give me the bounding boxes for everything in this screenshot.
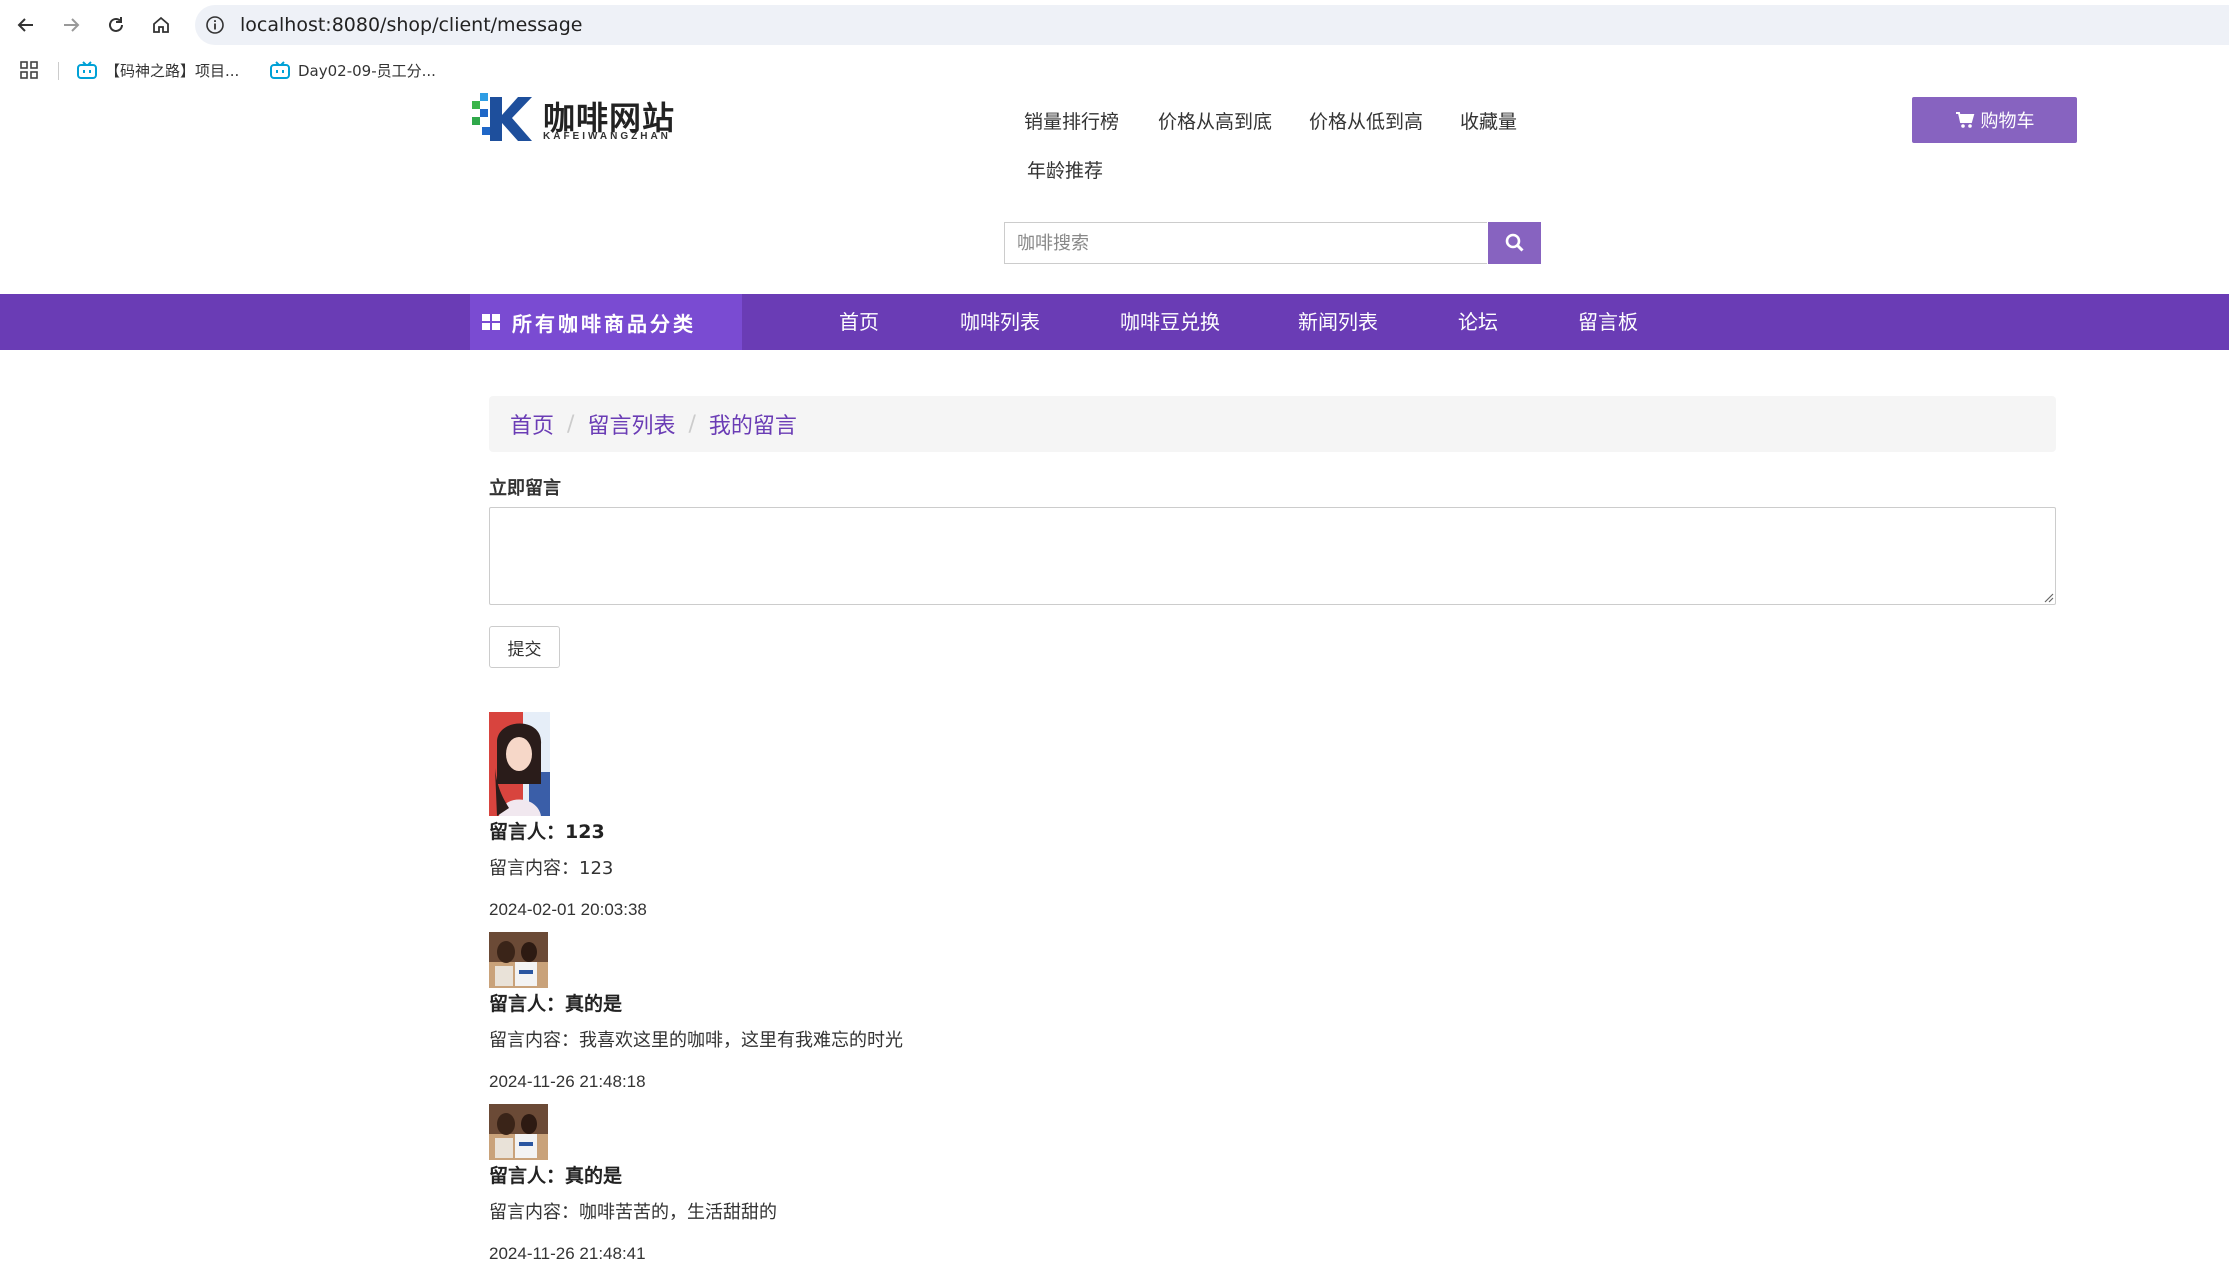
site-logo[interactable]: 咖啡网站 KAFEIWANGZHAN bbox=[472, 93, 682, 145]
info-icon bbox=[206, 16, 224, 34]
avatar bbox=[489, 932, 548, 988]
bookmark-label: Day02-09-员工分... bbox=[298, 61, 436, 80]
message-author: 留言人：123 bbox=[489, 821, 605, 843]
resize-grip-icon[interactable] bbox=[2042, 591, 2054, 603]
avatar bbox=[489, 1104, 548, 1160]
forward-button[interactable] bbox=[58, 12, 84, 38]
message-author: 留言人：真的是 bbox=[489, 1165, 623, 1187]
address-bar[interactable]: localhost:8080/shop/client/message bbox=[195, 5, 2229, 45]
nav-message-board[interactable]: 留言板 bbox=[1578, 294, 1638, 350]
cart-icon bbox=[1955, 112, 1974, 128]
search-icon bbox=[1505, 233, 1524, 252]
message-content: 留言内容：123 bbox=[489, 858, 614, 879]
home-icon bbox=[153, 16, 169, 33]
nav-home[interactable]: 首页 bbox=[839, 294, 879, 350]
reload-icon bbox=[109, 17, 123, 32]
message-item: 留言人：真的是 留言内容：我喜欢这里的咖啡，这里有我难忘的时光 2024-11-… bbox=[489, 932, 1489, 1092]
arrow-right-icon bbox=[64, 18, 80, 32]
link-sales-ranking[interactable]: 销量排行榜 bbox=[1024, 107, 1119, 134]
link-price-high-low[interactable]: 价格从高到底 bbox=[1158, 107, 1272, 134]
nav-bean-exchange[interactable]: 咖啡豆兑换 bbox=[1120, 294, 1220, 350]
form-label: 立即留言 bbox=[489, 478, 561, 499]
bookmark-item[interactable]: 【码神之路】项目... bbox=[77, 52, 239, 88]
nav-news-list[interactable]: 新闻列表 bbox=[1298, 294, 1378, 350]
message-item: 留言人：123 留言内容：123 2024-02-01 20:03:38 bbox=[489, 712, 1489, 920]
message-author: 留言人：真的是 bbox=[489, 993, 623, 1015]
submit-button[interactable]: 提交 bbox=[489, 626, 560, 668]
breadcrumb-separator: / bbox=[688, 411, 696, 437]
message-time: 2024-11-26 21:48:18 bbox=[489, 1072, 646, 1091]
link-price-low-high[interactable]: 价格从低到高 bbox=[1309, 107, 1423, 134]
message-content: 留言内容：我喜欢这里的咖啡，这里有我难忘的时光 bbox=[489, 1030, 903, 1051]
url-text: localhost:8080/shop/client/message bbox=[240, 14, 583, 36]
cart-button[interactable]: 购物车 bbox=[1912, 97, 2077, 143]
bookmark-label: 【码神之路】项目... bbox=[105, 61, 240, 80]
main-nav bbox=[0, 294, 2229, 350]
back-button[interactable] bbox=[13, 12, 39, 38]
bookmark-divider bbox=[58, 62, 59, 80]
breadcrumb-home[interactable]: 首页 bbox=[510, 408, 554, 440]
message-time: 2024-02-01 20:03:38 bbox=[489, 900, 647, 919]
message-time: 2024-11-26 21:48:41 bbox=[489, 1244, 646, 1263]
link-age-recommend[interactable]: 年龄推荐 bbox=[1027, 156, 1103, 183]
message-textarea[interactable] bbox=[489, 507, 2056, 605]
bilibili-icon bbox=[77, 61, 97, 79]
avatar bbox=[489, 712, 550, 816]
nav-coffee-list[interactable]: 咖啡列表 bbox=[960, 294, 1040, 350]
grid-icon bbox=[482, 314, 500, 330]
bilibili-icon bbox=[270, 61, 290, 79]
breadcrumb-message-list[interactable]: 留言列表 bbox=[587, 408, 675, 440]
link-favorites[interactable]: 收藏量 bbox=[1460, 107, 1517, 134]
message-item: 留言人：真的是 留言内容：咖啡苦苦的，生活甜甜的 2024-11-26 21:4… bbox=[489, 1104, 1489, 1264]
nav-forum[interactable]: 论坛 bbox=[1458, 294, 1498, 350]
apps-button[interactable] bbox=[20, 52, 38, 88]
search-button[interactable] bbox=[1488, 222, 1541, 264]
category-menu[interactable]: 所有咖啡商品分类 bbox=[470, 294, 742, 350]
cart-label: 购物车 bbox=[1980, 111, 2035, 132]
search-input[interactable] bbox=[1004, 222, 1487, 264]
reload-button[interactable] bbox=[103, 12, 129, 38]
breadcrumb-my-messages[interactable]: 我的留言 bbox=[709, 408, 797, 440]
logo-mark-icon bbox=[472, 93, 532, 141]
arrow-left-icon bbox=[17, 18, 33, 32]
apps-grid-icon bbox=[20, 61, 38, 79]
browser-toolbar: localhost:8080/shop/client/message bbox=[0, 0, 2229, 50]
breadcrumb: 首页 / 留言列表 / 我的留言 bbox=[489, 396, 2056, 452]
breadcrumb-separator: / bbox=[567, 411, 575, 437]
home-button[interactable] bbox=[148, 12, 174, 38]
bookmark-item[interactable]: Day02-09-员工分... bbox=[270, 52, 436, 88]
message-content: 留言内容：咖啡苦苦的，生活甜甜的 bbox=[489, 1202, 777, 1223]
category-label: 所有咖啡商品分类 bbox=[512, 311, 696, 336]
logo-subtitle: KAFEIWANGZHAN bbox=[543, 131, 671, 142]
